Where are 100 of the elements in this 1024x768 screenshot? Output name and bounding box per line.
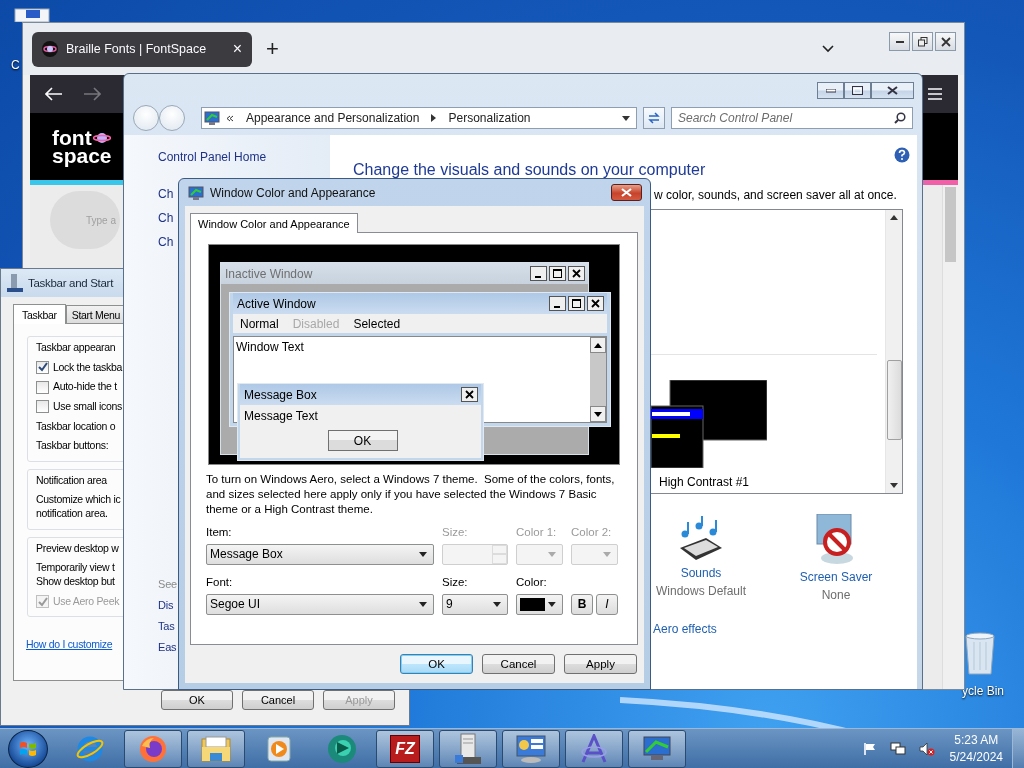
breadcrumb-item[interactable]: Personalization <box>448 111 531 125</box>
close-button[interactable] <box>611 184 642 201</box>
address-bar[interactable]: Appearance and Personalization Personalization <box>201 107 637 129</box>
search-field[interactable]: Search Control Panel <box>671 107 913 129</box>
chevron-down-icon[interactable] <box>821 44 835 54</box>
setting-text: Customize which ic notification area. <box>36 493 121 521</box>
search-icon <box>894 112 906 124</box>
dropdown[interactable]: Message Box <box>206 543 434 565</box>
maximize-icon <box>568 296 585 311</box>
scrollbar[interactable] <box>885 210 902 493</box>
taskbar-app-button[interactable] <box>439 729 497 768</box>
network-icon[interactable] <box>889 741 906 756</box>
close-button[interactable] <box>871 82 914 99</box>
fox-globe-icon <box>138 733 168 764</box>
restore-button[interactable] <box>912 32 933 51</box>
back-arrow-icon[interactable] <box>45 87 63 101</box>
field-label: Color 2: <box>571 525 613 540</box>
font-tool-icon <box>579 733 609 764</box>
clock-time[interactable]: 5:23 AM <box>954 732 999 749</box>
aero-effects-link[interactable]: Aero effects <box>653 622 717 636</box>
tab[interactable]: Window Color and Appearance <box>190 213 358 233</box>
font-style-button[interactable]: I <box>596 593 618 615</box>
setting-value: Windows Default <box>655 584 746 598</box>
tab[interactable]: Taskbar <box>13 304 66 324</box>
setting-link[interactable]: Sounds <box>680 566 722 580</box>
monitor-icon <box>188 185 204 200</box>
sidebar-link[interactable]: Dis <box>158 599 174 611</box>
font-style-button[interactable]: B <box>571 593 593 615</box>
menu-item[interactable]: Normal <box>240 316 279 331</box>
sidebar-link[interactable]: Ch <box>158 187 174 201</box>
dialog-button[interactable]: Apply <box>564 654 637 674</box>
forward-arrow-icon[interactable] <box>83 87 101 101</box>
scrollbar[interactable] <box>942 185 958 689</box>
logo-text[interactable]: font <box>52 128 92 147</box>
window-title: Window Color and Appearance <box>210 185 376 200</box>
recycle-bin-icon[interactable] <box>964 632 996 676</box>
sidebar-link[interactable]: Tas <box>158 620 175 632</box>
theme-thumbnail[interactable] <box>651 380 767 468</box>
dialog-button[interactable]: OK <box>161 690 233 710</box>
dropdown-arrow-icon <box>493 601 501 607</box>
refresh-button[interactable] <box>643 107 665 129</box>
control-panel-icon <box>204 111 220 125</box>
taskbar-app-button[interactable] <box>565 729 623 768</box>
new-tab-button[interactable]: + <box>266 36 279 62</box>
dropdown[interactable]: Segoe UI <box>206 593 434 615</box>
page-heading: Change the visuals and sounds on your computer <box>353 161 706 179</box>
scroll-down-icon[interactable] <box>890 483 898 488</box>
taskbar-app-button[interactable] <box>628 729 686 768</box>
sidebar-link[interactable]: Eas <box>158 641 177 653</box>
play-icon <box>266 734 292 763</box>
close-button[interactable] <box>935 32 956 51</box>
dropdown[interactable]: 9 <box>442 593 508 615</box>
dialog-button[interactable]: Cancel <box>242 690 314 710</box>
desktop-icon-label[interactable]: ycle Bin <box>962 684 1005 698</box>
dropdown-arrow-icon[interactable] <box>622 115 630 121</box>
flag-icon[interactable] <box>862 741 877 756</box>
group-title: Taskbar appearan <box>36 341 116 355</box>
maximize-button[interactable] <box>844 82 871 99</box>
taskbar-app-button[interactable]: FZ <box>376 729 434 768</box>
color-picker[interactable] <box>516 593 563 615</box>
see-also-heading: See <box>158 578 177 590</box>
field-label: Item: <box>206 525 233 540</box>
clock-date[interactable]: 5/24/2024 <box>949 748 1003 765</box>
tab-close-button[interactable]: × <box>232 40 242 58</box>
checkbox[interactable] <box>36 400 49 414</box>
logo-text[interactable]: space <box>52 146 112 165</box>
breadcrumb-item[interactable]: Appearance and Personalization <box>246 111 420 125</box>
close-icon <box>940 36 951 47</box>
restore-icon <box>917 36 928 47</box>
dialog-button[interactable]: OK <box>400 654 473 674</box>
dialog-button[interactable]: Cancel <box>482 654 555 674</box>
taskbar-app-button[interactable] <box>187 729 245 768</box>
desktop-icon-label[interactable]: C <box>11 58 20 72</box>
menu-item[interactable]: Selected <box>353 316 401 331</box>
taskbar-app-button[interactable] <box>124 729 182 768</box>
help-link[interactable]: How do I customize <box>26 638 113 651</box>
desktop-file-icon[interactable] <box>14 8 50 22</box>
scroll-up-icon[interactable] <box>890 215 898 220</box>
field-label: Font: <box>206 575 234 590</box>
taskbar-app-icon <box>7 274 23 292</box>
group-title: Preview desktop w <box>36 541 119 556</box>
tab-title: Braille Fonts | FontSpace <box>66 42 207 56</box>
speaker-muted-icon[interactable] <box>918 741 935 756</box>
minimize-icon <box>895 40 904 43</box>
checkbox[interactable] <box>36 380 49 394</box>
page-description: w color, sounds, and screen saver all at once. <box>654 188 897 202</box>
minimize-button[interactable] <box>889 32 910 51</box>
window-title: Active Window <box>237 296 316 311</box>
start-button[interactable] <box>8 729 48 768</box>
setting-link[interactable]: Screen Saver <box>799 570 873 584</box>
help-icon[interactable] <box>894 147 910 163</box>
theme-name[interactable]: High Contrast #1 <box>659 475 750 489</box>
sidebar-link[interactable]: Ch <box>158 235 174 249</box>
browser-tab[interactable]: Braille Fonts | FontSpace × <box>32 31 252 67</box>
double-chevron-icon <box>226 114 234 122</box>
sidebar-link[interactable]: Control Panel Home <box>158 150 267 164</box>
menu-icon[interactable] <box>928 88 942 100</box>
sidebar-link[interactable]: Ch <box>158 211 174 225</box>
taskbar-app-button[interactable] <box>502 729 560 768</box>
checkbox[interactable] <box>36 360 49 374</box>
